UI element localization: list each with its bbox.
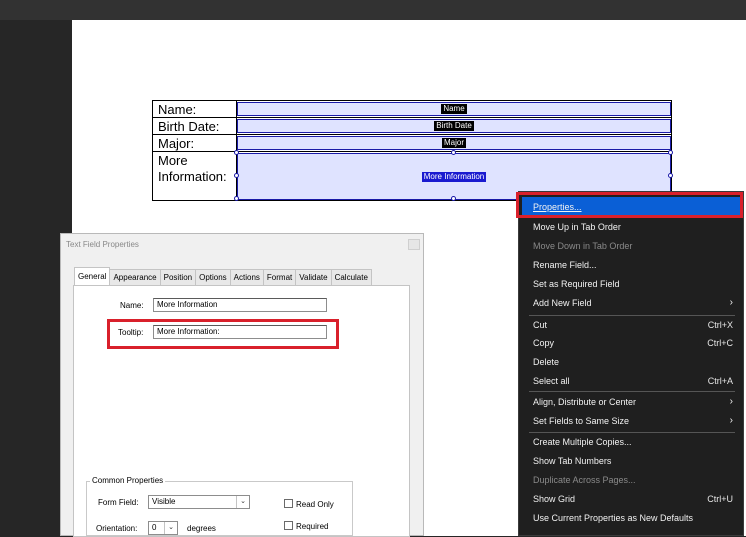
field-name-tag: Birth Date — [434, 121, 474, 131]
menu-separator — [529, 391, 735, 392]
orientation-label: Orientation: — [96, 524, 138, 533]
required-checkbox[interactable] — [284, 521, 293, 530]
read-only-label: Read Only — [296, 500, 334, 509]
menu-item-label: Set as Required Field — [533, 279, 620, 289]
major-form-field[interactable]: Major — [237, 136, 671, 150]
tab-actions[interactable]: Actions — [229, 269, 264, 285]
tooltip-highlight-box — [107, 319, 339, 349]
menu-item-move-down: Move Down in Tab Order — [533, 237, 733, 255]
tab-validate[interactable]: Validate — [295, 269, 332, 285]
menu-item-add-new-field[interactable]: Add New Field › — [533, 294, 733, 312]
chevron-right-icon: › — [729, 297, 733, 308]
menu-item-label: Select all — [533, 376, 570, 386]
chevron-down-icon: ⌄ — [236, 496, 249, 508]
menu-item-label: Copy — [533, 338, 555, 348]
menu-item-label: Set Fields to Same Size — [533, 416, 630, 426]
properties-highlight-box — [516, 192, 743, 218]
shortcut-label: Ctrl+U — [707, 494, 733, 504]
chevron-right-icon: › — [729, 396, 733, 407]
menu-item-label: Move Down in Tab Order — [533, 241, 633, 251]
form-table: Name: Birth Date: Major: More Informatio… — [152, 100, 672, 201]
required-label: Required — [296, 522, 329, 531]
menu-item-label: Align, Distribute or Center — [533, 397, 637, 407]
tab-bar: General Appearance Position Options Acti… — [74, 267, 372, 285]
birth-date-row-label: Birth Date: — [158, 119, 220, 134]
major-row-label: Major: — [158, 136, 195, 151]
name-form-field[interactable]: Name — [237, 102, 671, 116]
row-divider — [153, 151, 671, 152]
menu-item-select-all[interactable]: Select all Ctrl+A — [533, 372, 733, 390]
menu-item-label: Show Grid — [533, 494, 576, 504]
menu-item-create-copies[interactable]: Create Multiple Copies... — [533, 433, 733, 451]
menu-item-delete[interactable]: Delete — [533, 353, 733, 371]
row-divider — [153, 117, 671, 118]
menu-item-label: Create Multiple Copies... — [533, 437, 632, 447]
orientation-value: 0 — [152, 523, 157, 532]
menu-item-label: Cut — [533, 320, 548, 330]
menu-item-show-grid[interactable]: Show Grid Ctrl+U — [533, 490, 733, 508]
more-info-row-label-1: More — [158, 153, 188, 168]
shortcut-label: Ctrl+A — [707, 376, 733, 386]
birth-date-form-field[interactable]: Birth Date — [237, 119, 671, 133]
row-divider — [153, 134, 671, 135]
more-info-row-label-2: Information: — [158, 169, 227, 184]
common-properties-title: Common Properties — [90, 476, 166, 485]
resize-handle[interactable] — [234, 150, 239, 155]
shortcut-label: Ctrl+X — [707, 320, 733, 330]
menu-item-label: Show Tab Numbers — [533, 456, 612, 466]
menu-item-duplicate-pages: Duplicate Across Pages... — [533, 471, 733, 489]
tab-options[interactable]: Options — [195, 269, 231, 285]
resize-handle[interactable] — [668, 150, 673, 155]
resize-handle[interactable] — [451, 196, 456, 201]
resize-handle[interactable] — [234, 196, 239, 201]
chevron-down-icon: ⌄ — [164, 522, 177, 534]
menu-item-label: Add New Field — [533, 298, 592, 308]
top-toolbar — [0, 0, 746, 20]
menu-item-cut[interactable]: Cut Ctrl+X — [533, 316, 733, 334]
menu-item-same-size[interactable]: Set Fields to Same Size › — [533, 412, 733, 430]
close-button[interactable] — [408, 239, 420, 250]
name-label: Name: — [120, 301, 144, 310]
context-menu: Properties... Move Up in Tab Order Move … — [518, 191, 744, 536]
tab-format[interactable]: Format — [262, 269, 297, 285]
menu-item-label: Duplicate Across Pages... — [533, 475, 636, 485]
menu-item-copy[interactable]: Copy Ctrl+C — [533, 334, 733, 352]
tab-calculate[interactable]: Calculate — [330, 269, 372, 285]
menu-item-label: Rename Field... — [533, 260, 597, 270]
menu-item-show-tab-numbers[interactable]: Show Tab Numbers — [533, 452, 733, 470]
menu-item-label: Delete — [533, 357, 560, 367]
resize-handle[interactable] — [668, 173, 673, 178]
tab-position[interactable]: Position — [159, 269, 197, 285]
form-field-select[interactable]: Visible ⌄ — [148, 495, 250, 509]
name-input[interactable]: More Information — [153, 298, 327, 312]
menu-item-use-current-defaults[interactable]: Use Current Properties as New Defaults — [533, 509, 733, 527]
tab-general[interactable]: General — [74, 267, 111, 285]
form-field-label: Form Field: — [98, 498, 139, 507]
menu-item-align-distribute[interactable]: Align, Distribute or Center › — [533, 393, 733, 411]
shortcut-label: Ctrl+C — [707, 338, 733, 348]
menu-item-label: Move Up in Tab Order — [533, 222, 621, 232]
name-row-label: Name: — [158, 102, 197, 117]
chevron-right-icon: › — [729, 415, 733, 426]
read-only-checkbox[interactable] — [284, 499, 293, 508]
field-name-tag: More Information — [421, 171, 487, 182]
menu-item-move-up[interactable]: Move Up in Tab Order — [533, 218, 733, 236]
tab-appearance[interactable]: Appearance — [109, 269, 161, 285]
resize-handle[interactable] — [451, 150, 456, 155]
menu-item-label: Use Current Properties as New Defaults — [533, 513, 694, 523]
orientation-select[interactable]: 0 ⌄ — [148, 521, 178, 535]
field-name-tag: Name — [441, 104, 467, 114]
menu-item-rename-field[interactable]: Rename Field... — [533, 256, 733, 274]
menu-item-set-required[interactable]: Set as Required Field — [533, 275, 733, 293]
field-name-tag: Major — [441, 138, 466, 148]
resize-handle[interactable] — [234, 173, 239, 178]
dialog-title: Text Field Properties — [66, 240, 139, 249]
form-field-value: Visible — [152, 497, 176, 506]
degrees-label: degrees — [187, 524, 216, 533]
